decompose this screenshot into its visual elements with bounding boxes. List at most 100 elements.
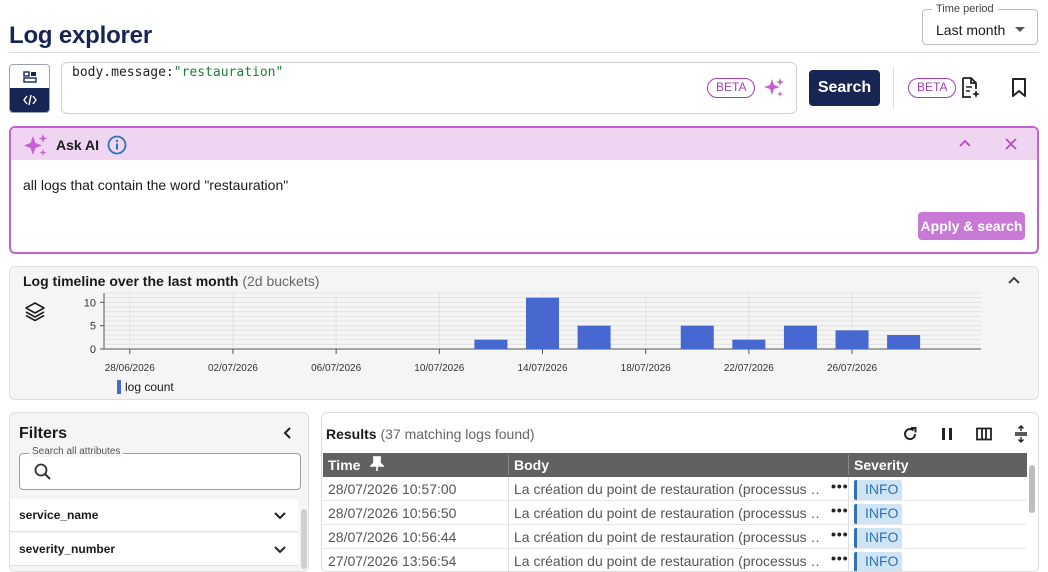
log-body: La création du point de restauration (pr…: [514, 481, 820, 497]
ai-summary-button[interactable]: [960, 77, 982, 104]
row-density-button[interactable]: [1012, 425, 1030, 448]
pin-icon[interactable]: [369, 456, 385, 475]
columns-button[interactable]: [975, 425, 993, 448]
table-row[interactable]: 28/07/2026 10:57:00 La création du point…: [323, 477, 1027, 501]
ai-sparkle-button[interactable]: [763, 77, 785, 104]
more-options-icon[interactable]: •••: [831, 478, 849, 494]
x-tick-label: 26/07/2026: [827, 363, 877, 374]
ask-ai-header: [11, 128, 1037, 160]
time-period-legend: Time period: [932, 3, 998, 15]
results-title-text: Results: [326, 426, 377, 442]
toolbar-divider: [893, 67, 894, 109]
query-value: "restauration": [173, 65, 284, 80]
results-panel: Results (37 matching logs found) Time Bo…: [321, 412, 1039, 572]
results-title: Results (37 matching logs found): [326, 426, 535, 442]
document-sparkle-icon: [962, 77, 980, 98]
filter-search-input[interactable]: [19, 453, 301, 490]
code-icon: [22, 94, 37, 106]
sparkle-icon: [23, 133, 49, 164]
column-resize-handle[interactable]: [508, 455, 509, 475]
chart-bar: [525, 297, 560, 349]
chart-bar: [680, 325, 714, 349]
log-time: 27/07/2026 13:56:54: [328, 553, 457, 569]
results-grid-header: Time Body Severity: [323, 453, 1027, 477]
filters-panel: Filters Search all attributes service_na…: [9, 412, 309, 572]
table-row[interactable]: 27/07/2026 13:56:54 La création du point…: [323, 549, 1027, 571]
severity-badge: INFO: [854, 552, 903, 571]
more-options-icon[interactable]: •••: [831, 550, 849, 566]
severity-badge: INFO: [854, 480, 903, 500]
chevron-up-icon[interactable]: [957, 136, 973, 157]
caret-down-icon: [1015, 27, 1025, 32]
legend-label: log count: [125, 380, 174, 394]
x-tick-label: 14/07/2026: [517, 363, 567, 374]
column-header-time[interactable]: Time: [328, 457, 360, 473]
sparkle-icon: [764, 78, 784, 97]
table-row[interactable]: 28/07/2026 10:56:44 La création du point…: [323, 525, 1027, 549]
severity-badge: INFO: [854, 528, 903, 548]
more-options-icon[interactable]: •••: [831, 526, 849, 542]
x-tick-label: 22/07/2026: [724, 363, 774, 374]
legend-swatch: [117, 380, 121, 394]
query-text[interactable]: body.message:"restauration": [72, 65, 283, 80]
refresh-icon: [904, 427, 917, 441]
bookmark-button[interactable]: [1011, 78, 1027, 103]
columns-icon: [976, 427, 992, 441]
title-divider: [9, 52, 1039, 53]
chevron-down-icon: [272, 507, 288, 528]
log-time: 28/07/2026 10:56:50: [328, 505, 457, 521]
results-scrollbar[interactable]: [1029, 465, 1035, 513]
ask-ai-prompt-input[interactable]: all logs that contain the word "restaura…: [23, 177, 288, 193]
log-time: 28/07/2026 10:57:00: [328, 481, 457, 497]
pause-icon: [942, 428, 952, 440]
time-period-value: Last month: [936, 22, 1006, 38]
chart-bar: [783, 325, 817, 349]
apply-and-search-button[interactable]: Apply & search: [918, 212, 1025, 240]
log-timeline-panel: Log timeline over the last month (2d buc…: [9, 266, 1039, 400]
filter-search-legend: Search all attributes: [29, 446, 124, 457]
severity-badge: INFO: [854, 504, 903, 524]
log-body: La création du point de restauration (pr…: [514, 553, 820, 569]
column-resize-handle[interactable]: [848, 455, 849, 475]
ask-ai-panel: Ask AI all logs that contain the word "r…: [9, 126, 1039, 254]
y-tick-label: 0: [90, 344, 96, 356]
search-icon: [34, 463, 52, 486]
query-mode-toggle[interactable]: [9, 64, 50, 113]
pause-button[interactable]: [938, 425, 956, 448]
more-options-icon[interactable]: •••: [831, 502, 849, 518]
column-header-severity[interactable]: Severity: [854, 457, 908, 473]
column-header-body[interactable]: Body: [514, 457, 549, 473]
log-body: La création du point de restauration (pr…: [514, 529, 820, 545]
refresh-button[interactable]: [901, 425, 919, 448]
chevron-left-icon[interactable]: [280, 425, 296, 446]
close-icon[interactable]: [1003, 136, 1019, 157]
ask-ai-title: Ask AI: [56, 137, 100, 153]
chart-bar: [835, 330, 869, 349]
y-tick-label: 10: [84, 297, 96, 309]
code-mode-button[interactable]: [10, 88, 49, 112]
x-tick-label: 18/07/2026: [621, 363, 671, 374]
filter-facet[interactable]: service_name: [10, 499, 298, 532]
log-time: 28/07/2026 10:56:44: [328, 529, 457, 545]
log-count-chart: 0 5 10 28/06/2026 02/07/2026 06/07/2026 10/07/…: [84, 292, 981, 394]
filters-title: Filters: [19, 425, 68, 442]
info-icon[interactable]: [107, 135, 127, 160]
filters-scrollbar[interactable]: [301, 509, 307, 569]
query-builder-mode-button[interactable]: [10, 65, 49, 88]
beta-badge: BETA: [707, 78, 756, 98]
log-body: La création du point de restauration (pr…: [514, 505, 820, 521]
bookmark-icon: [1012, 78, 1026, 97]
table-row[interactable]: 28/07/2026 10:56:50 La création du point…: [323, 501, 1027, 525]
filter-facet[interactable]: severity_number: [10, 533, 298, 566]
chart-bar: [887, 335, 921, 349]
chart-bar: [577, 325, 611, 349]
builder-icon: [22, 70, 37, 83]
facet-label: service_name: [19, 508, 99, 522]
results-count: (37 matching logs found): [380, 426, 535, 442]
y-tick-label: 5: [90, 321, 96, 333]
search-button[interactable]: Search: [809, 70, 880, 106]
x-tick-label: 28/06/2026: [105, 363, 155, 374]
beta-badge: BETA: [908, 78, 957, 98]
density-icon: [1015, 425, 1027, 443]
query-key: body.message:: [72, 65, 174, 80]
